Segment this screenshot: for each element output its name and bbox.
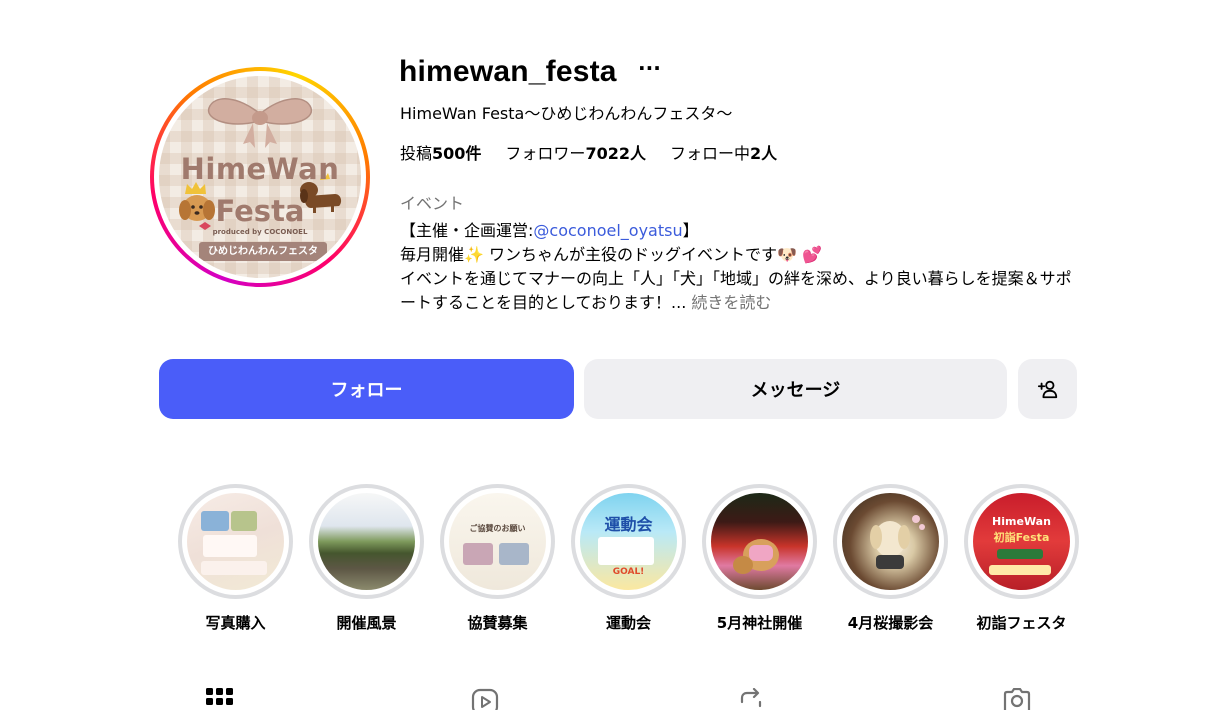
posts-count[interactable]: 投稿500件 <box>400 140 481 164</box>
grid-icon[interactable] <box>206 688 234 710</box>
thumb-photo <box>231 511 257 531</box>
highlight-gap <box>182 488 289 595</box>
avatar-logo-credit: produced by COCONOEL <box>212 228 308 236</box>
profile-category: イベント <box>400 194 465 213</box>
bio-organizer-prefix: 【主催・企画運営: <box>400 221 534 240</box>
highlight-thumbnail: 運動会 GOAL! <box>580 493 677 590</box>
posts-label: 投稿 <box>400 144 433 163</box>
avatar-image: HimeWan Festa produced by COCONOEL ひめじわん… <box>159 76 361 278</box>
thumb-photo <box>499 543 529 565</box>
thumb-band <box>989 565 1051 575</box>
highlight-ring <box>178 484 293 599</box>
followers-count[interactable]: フォロワー7022人 <box>505 140 646 164</box>
repost-icon[interactable] <box>737 688 765 710</box>
highlight-thumbnail <box>711 493 808 590</box>
highlight-thumbnail <box>842 493 939 590</box>
highlight-label: 4月桜撮影会 <box>847 614 934 632</box>
profile-full-name: HimeWan Festa〜ひめじわんわんフェスタ〜 <box>400 104 733 123</box>
highlight-sports-day[interactable]: 運動会 GOAL! 運動会 <box>571 484 686 633</box>
thumb-dog-art <box>733 539 779 574</box>
thumb-caption: HimeWan <box>992 515 1051 528</box>
thumb-photo <box>201 511 229 531</box>
highlight-label: 開催風景 <box>336 614 397 632</box>
highlight-photo-purchase[interactable]: 写真購入 <box>178 484 293 633</box>
highlight-ring <box>309 484 424 599</box>
highlight-thumbnail <box>187 493 284 590</box>
add-user-icon <box>1037 380 1057 399</box>
highlight-ring: 運動会 GOAL! <box>571 484 686 599</box>
thumb-note <box>203 535 257 557</box>
story-highlights: 写真購入 開催風景 ご協賛のお願い 協賛募集 運動会 GOAL! 運動会 5月神… <box>178 484 1079 633</box>
reels-icon[interactable] <box>471 688 499 710</box>
avatar-logo-band: ひめじわんわんフェスタ <box>199 242 327 261</box>
tagged-icon[interactable] <box>1003 688 1031 710</box>
profile-bio: 【主催・企画運営:@coconoel_oyatsu】 毎月開催✨ ワンちゃんが主… <box>400 219 1080 315</box>
highlight-thumbnail: HimeWan 初詣Festa <box>973 493 1070 590</box>
highlight-thumbnail: ご協賛のお願い <box>449 493 546 590</box>
highlight-label: 初詣フェスタ <box>976 614 1067 632</box>
following-value: 2人 <box>750 144 778 163</box>
bio-line-monthly: 毎月開催✨ ワンちゃんが主役のドッグイベントです🐶 💕 <box>400 245 822 264</box>
highlight-sponsor-recruit[interactable]: ご協賛のお願い 協賛募集 <box>440 484 555 633</box>
bio-mention-link[interactable]: @coconoel_oyatsu <box>533 221 682 240</box>
thumb-band <box>997 549 1043 559</box>
avatar-logo-subtitle: Festa <box>215 194 305 228</box>
highlight-may-shrine[interactable]: 5月神社開催 <box>702 484 817 633</box>
highlight-ring: ご協賛のお願い <box>440 484 555 599</box>
highlight-label: 5月神社開催 <box>716 614 803 632</box>
bio-read-more-link[interactable]: 続きを読む <box>691 293 771 312</box>
followers-label: フォロワー <box>505 144 586 163</box>
highlight-ring <box>702 484 817 599</box>
follow-button[interactable]: フォロー <box>159 359 574 419</box>
bio-line-organizer: 【主催・企画運営:@coconoel_oyatsu】 <box>400 219 1080 243</box>
highlight-gap <box>313 488 420 595</box>
thumb-caption: ご協賛のお願い <box>469 524 526 533</box>
suggested-accounts-button[interactable] <box>1018 359 1077 419</box>
thumb-note <box>201 561 267 575</box>
highlight-gap: HimeWan 初詣Festa <box>968 488 1075 595</box>
thumb-photo <box>463 543 493 565</box>
highlight-gap <box>706 488 813 595</box>
thumb-caption: 運動会 <box>604 515 653 534</box>
highlight-label: 運動会 <box>605 614 651 632</box>
highlight-gap: ご協賛のお願い <box>444 488 551 595</box>
followers-value: 7022人 <box>585 144 646 163</box>
highlight-thumbnail <box>318 493 415 590</box>
following-count[interactable]: フォロー中2人 <box>670 140 777 164</box>
avatar-logo-title: HimeWan <box>180 152 340 186</box>
bio-line-purpose: イベントを通じてマナーの向上「人」「犬」「地域」の絆を深め、より良い暮らしを提案… <box>400 267 1080 315</box>
message-button[interactable]: メッセージ <box>584 359 1007 419</box>
bio-organizer-suffix: 】 <box>682 221 699 240</box>
thumb-dog-art <box>870 515 925 569</box>
avatar-gap: HimeWan Festa produced by COCONOEL ひめじわん… <box>154 71 366 283</box>
highlight-label: 協賛募集 <box>467 614 528 632</box>
highlight-event-scenes[interactable]: 開催風景 <box>309 484 424 633</box>
highlight-ring: HimeWan 初詣Festa <box>964 484 1079 599</box>
posts-value: 500件 <box>432 144 482 163</box>
thumb-badge: GOAL! <box>612 567 645 577</box>
highlight-ring <box>833 484 948 599</box>
highlight-april-sakura[interactable]: 4月桜撮影会 <box>833 484 948 633</box>
following-label: フォロー中 <box>669 144 750 163</box>
thumb-caption-sub: 初詣Festa <box>993 531 1050 544</box>
profile-username: himewan_festa <box>399 55 617 88</box>
profile-avatar[interactable]: HimeWan Festa produced by COCONOEL ひめじわん… <box>150 67 370 287</box>
more-options-button[interactable]: ··· <box>638 56 661 80</box>
highlight-gap <box>837 488 944 595</box>
profile-stats: 投稿500件 フォロワー7022人 フォロー中2人 <box>400 140 777 164</box>
highlight-gap: 運動会 GOAL! <box>575 488 682 595</box>
highlight-new-year-festa[interactable]: HimeWan 初詣Festa 初詣フェスタ <box>964 484 1079 633</box>
highlight-label: 写真購入 <box>205 614 266 632</box>
thumb-schedule <box>598 537 654 565</box>
